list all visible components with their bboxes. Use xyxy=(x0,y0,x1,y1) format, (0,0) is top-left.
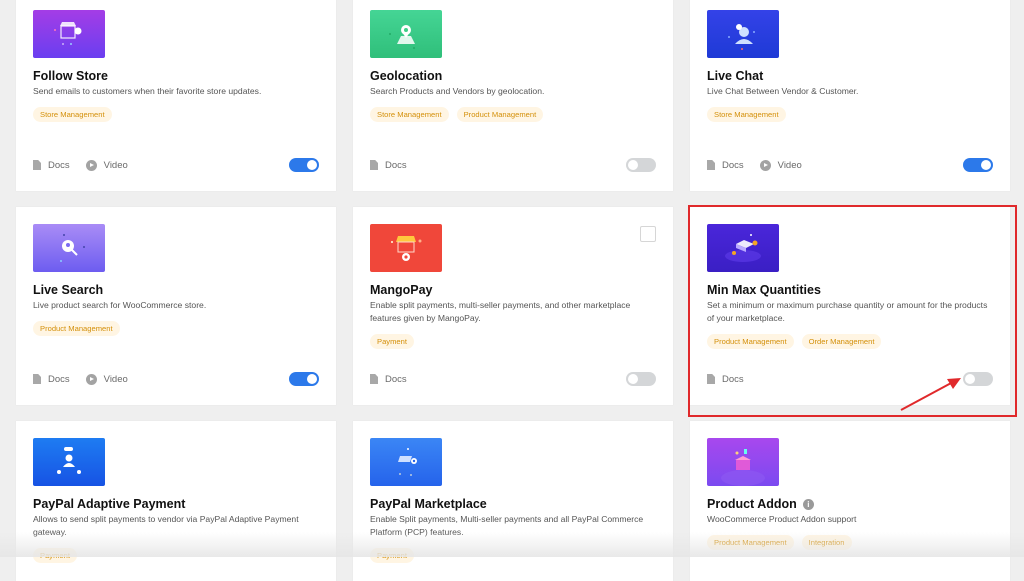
document-icon xyxy=(370,160,378,170)
module-card-paypal-adaptive-payment: PayPal Adaptive Payment Allows to send s… xyxy=(16,421,336,581)
play-icon xyxy=(85,373,97,385)
module-card-min-max-quantities: Min Max Quantities Set a minimum or maxi… xyxy=(690,207,1010,405)
docs-label: Docs xyxy=(48,159,70,171)
store-coin-icon xyxy=(370,224,442,272)
module-title: Live Chat xyxy=(707,69,764,83)
user-network-icon xyxy=(33,438,105,486)
module-toggle[interactable] xyxy=(626,158,656,172)
document-icon xyxy=(707,374,715,384)
tag-store-management[interactable]: Store Management xyxy=(370,107,449,122)
coins-stack-icon xyxy=(707,224,779,272)
tag-product-management[interactable]: Product Management xyxy=(707,535,794,550)
module-card-product-addon: Product Addon i WooCommerce Product Addon… xyxy=(690,421,1010,581)
module-card-geolocation: Geolocation Search Products and Vendors … xyxy=(353,0,673,191)
store-front-icon xyxy=(370,438,442,486)
docs-link[interactable]: Docs xyxy=(370,160,407,171)
document-icon xyxy=(33,160,41,170)
tag-payment[interactable]: Payment xyxy=(370,334,414,349)
tag-order-management[interactable]: Order Management xyxy=(801,334,882,349)
module-toggle[interactable] xyxy=(963,158,993,172)
module-description: Enable split payments, multi-seller paym… xyxy=(370,300,631,323)
info-icon[interactable]: i xyxy=(802,498,814,510)
document-icon xyxy=(33,374,41,384)
tag-product-management[interactable]: Product Management xyxy=(707,334,794,349)
module-description: Allows to send split payments to vendor … xyxy=(33,514,299,537)
module-description: WooCommerce Product Addon support xyxy=(707,514,857,524)
video-link[interactable]: Video xyxy=(85,159,128,171)
play-icon xyxy=(85,159,97,171)
docs-label: Docs xyxy=(385,373,407,385)
tag-payment[interactable]: Payment xyxy=(370,548,414,563)
docs-link[interactable]: Docs xyxy=(33,160,70,171)
docs-label: Docs xyxy=(385,159,407,171)
tag-product-management[interactable]: Product Management xyxy=(33,321,120,336)
document-icon xyxy=(370,374,378,384)
module-title: MangoPay xyxy=(370,283,433,297)
video-link[interactable]: Video xyxy=(759,159,802,171)
module-card-mangopay: MangoPay Enable split payments, multi-se… xyxy=(353,207,673,405)
module-description: Send emails to customers when their favo… xyxy=(33,86,262,96)
video-label: Video xyxy=(103,373,128,385)
docs-label: Docs xyxy=(722,159,744,171)
store-follow-icon xyxy=(33,10,105,58)
module-toggle[interactable] xyxy=(289,158,319,172)
gift-box-icon xyxy=(707,438,779,486)
module-description: Live Chat Between Vendor & Customer. xyxy=(707,86,859,96)
module-card-paypal-marketplace: PayPal Marketplace Enable Split payments… xyxy=(353,421,673,581)
module-checkbox[interactable] xyxy=(640,226,656,242)
module-title: Live Search xyxy=(33,283,104,297)
module-title: Follow Store xyxy=(33,69,108,83)
module-title: Product Addon i xyxy=(707,497,814,511)
docs-link[interactable]: Docs xyxy=(33,374,70,385)
document-icon xyxy=(707,160,715,170)
video-label: Video xyxy=(103,159,128,171)
play-icon xyxy=(759,159,771,171)
tag-product-management[interactable]: Product Management xyxy=(456,107,544,122)
module-card-follow-store: Follow Store Send emails to customers wh… xyxy=(16,0,336,191)
module-description: Set a minimum or maximum purchase quanti… xyxy=(707,300,988,323)
docs-link[interactable]: Docs xyxy=(707,160,744,171)
search-icon xyxy=(33,224,105,272)
tag-integration[interactable]: Integration xyxy=(801,535,852,550)
module-toggle[interactable] xyxy=(626,372,656,386)
tag-store-management[interactable]: Store Management xyxy=(33,107,112,122)
docs-link[interactable]: Docs xyxy=(370,374,407,385)
module-title-text: Product Addon xyxy=(707,497,797,511)
module-card-live-search: Live Search Live product search for WooC… xyxy=(16,207,336,405)
chat-icon xyxy=(707,10,779,58)
docs-label: Docs xyxy=(48,373,70,385)
module-title: PayPal Marketplace xyxy=(370,497,487,511)
module-card-live-chat: Live Chat Live Chat Between Vendor & Cus… xyxy=(690,0,1010,191)
map-pin-icon xyxy=(370,10,442,58)
tag-store-management[interactable]: Store Management xyxy=(707,107,786,122)
module-description: Search Products and Vendors by geolocati… xyxy=(370,86,545,96)
module-toggle[interactable] xyxy=(289,372,319,386)
docs-link[interactable]: Docs xyxy=(707,374,744,385)
docs-label: Docs xyxy=(722,373,744,385)
module-title: Min Max Quantities xyxy=(707,283,821,297)
tag-payment[interactable]: Payment xyxy=(33,548,77,563)
module-toggle[interactable] xyxy=(963,372,993,386)
video-link[interactable]: Video xyxy=(85,373,128,385)
module-description: Live product search for WooCommerce stor… xyxy=(33,300,207,310)
module-title: Geolocation xyxy=(370,69,443,83)
module-description: Enable Split payments, Multi-seller paym… xyxy=(370,514,644,537)
module-title: PayPal Adaptive Payment xyxy=(33,497,186,511)
video-label: Video xyxy=(777,159,802,171)
